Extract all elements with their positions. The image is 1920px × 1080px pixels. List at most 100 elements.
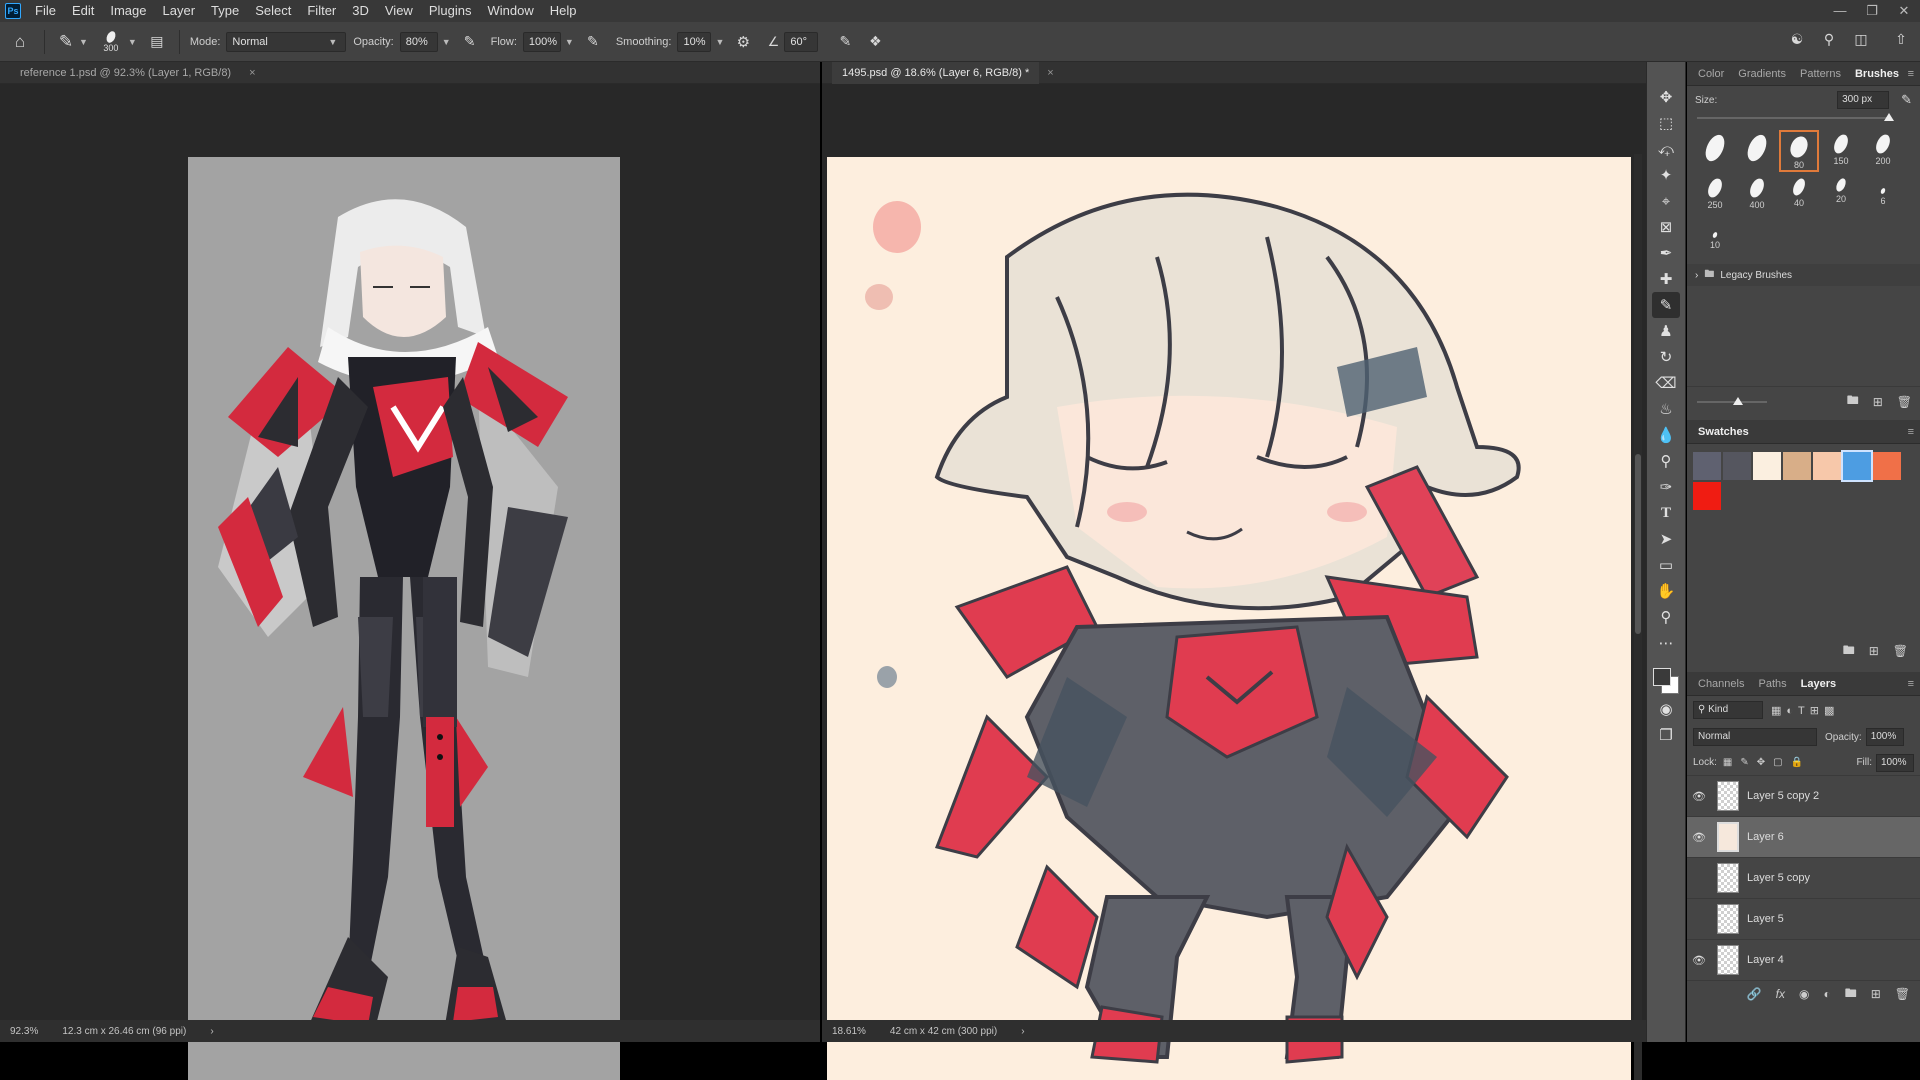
slider-handle[interactable] — [1733, 396, 1743, 405]
layer-row[interactable]: 👁 Layer 4 — [1687, 940, 1920, 981]
learn-icon[interactable]: ☯ — [1786, 31, 1808, 48]
menu-3d[interactable]: 3D — [344, 0, 377, 22]
brush-preset[interactable]: 20 — [1821, 174, 1861, 216]
layer-row[interactable]: Layer 5 — [1687, 899, 1920, 940]
new-group-icon[interactable]: 🖿 — [1845, 984, 1857, 1005]
tab-paths[interactable]: Paths — [1751, 672, 1793, 696]
angle-field[interactable]: 60° — [784, 31, 819, 52]
trash-icon[interactable]: 🗑 — [1895, 987, 1910, 1001]
healing-brush-tool-icon[interactable]: ✚ — [1652, 266, 1680, 292]
brush-preset-picker[interactable]: 300 — [98, 29, 124, 53]
eye-icon[interactable]: 👁 — [1687, 831, 1711, 844]
color-swatch[interactable] — [1723, 452, 1751, 480]
brush-preset[interactable]: 250 — [1695, 174, 1735, 216]
smoothing-field[interactable]: 10% — [677, 31, 712, 52]
document-tab-reference[interactable]: reference 1.psd @ 92.3% (Layer 1, RGB/8)… — [0, 62, 820, 84]
home-icon[interactable]: ⌂ — [0, 32, 40, 52]
brush-preset-selected[interactable]: 80 — [1779, 130, 1819, 172]
blend-mode-select[interactable]: Normal — [1693, 728, 1817, 746]
color-swatch[interactable] — [1693, 452, 1721, 480]
new-layer-icon[interactable]: ⊞ — [1871, 987, 1881, 1001]
brush-preset[interactable]: 40 — [1779, 174, 1819, 216]
vertical-scrollbar[interactable] — [1634, 154, 1642, 1080]
menu-type[interactable]: Type — [203, 0, 247, 22]
size-field[interactable]: 300 px — [1837, 91, 1890, 109]
document-tab-sketch[interactable]: 1495.psd @ 18.6% (Layer 6, RGB/8) * × — [822, 61, 1646, 84]
zoom-tool-icon[interactable]: ⚲ — [1652, 604, 1680, 630]
chevron-down-icon[interactable]: ▼ — [715, 37, 724, 47]
panel-menu-icon[interactable]: ≡ — [1908, 426, 1914, 438]
layer-opacity-field[interactable]: 100% — [1865, 728, 1904, 746]
tab-swatches[interactable]: Swatches — [1691, 420, 1756, 444]
menu-layer[interactable]: Layer — [155, 0, 204, 22]
brush-preset[interactable]: 10 — [1695, 218, 1735, 260]
chevron-right-icon[interactable]: › — [210, 1026, 213, 1037]
color-swatch[interactable] — [1873, 452, 1901, 480]
color-swatch[interactable] — [1753, 452, 1781, 480]
layer-filter-select[interactable]: ⚲ Kind — [1693, 701, 1763, 719]
move-tool-icon[interactable]: ✥ — [1652, 84, 1680, 110]
tab-layers[interactable]: Layers — [1794, 672, 1843, 696]
menu-help[interactable]: Help — [542, 0, 585, 22]
tab-gradients[interactable]: Gradients — [1731, 62, 1793, 86]
new-group-icon[interactable]: 🖿 — [1847, 391, 1859, 412]
chevron-right-icon[interactable]: › — [1021, 1026, 1024, 1037]
flow-field[interactable]: 100% — [522, 31, 561, 52]
path-selection-tool-icon[interactable]: ➤ — [1652, 526, 1680, 552]
brush-tool-icon[interactable]: ✎ — [1652, 292, 1680, 318]
brush-preset[interactable]: 6 — [1863, 174, 1903, 216]
brush-preset[interactable] — [1695, 130, 1735, 172]
color-swatch[interactable] — [1841, 450, 1873, 482]
eye-icon[interactable]: 👁 — [1687, 790, 1711, 803]
pressure-opacity-icon[interactable]: ✎ — [459, 33, 481, 50]
size-slider[interactable] — [1697, 113, 1894, 122]
symmetry-icon[interactable]: ❖ — [864, 33, 886, 50]
sketch-canvas[interactable] — [827, 157, 1631, 1080]
search-icon[interactable]: ⚲ — [1818, 31, 1840, 48]
reference-canvas[interactable] — [188, 157, 620, 1080]
history-brush-tool-icon[interactable]: ↻ — [1652, 344, 1680, 370]
blur-tool-icon[interactable]: 💧 — [1652, 422, 1680, 448]
tab-patterns[interactable]: Patterns — [1793, 62, 1848, 86]
menu-window[interactable]: Window — [479, 0, 541, 22]
screen-mode-icon[interactable]: ❐ — [1652, 722, 1680, 748]
panel-menu-icon[interactable]: ≡ — [1908, 68, 1914, 80]
rectangle-tool-icon[interactable]: ▭ — [1652, 552, 1680, 578]
pen-tool-icon[interactable]: ✑ — [1652, 474, 1680, 500]
trash-icon[interactable]: 🗑 — [1893, 644, 1908, 658]
new-swatch-icon[interactable]: ⊞ — [1869, 644, 1879, 658]
new-brush-icon[interactable]: ⊞ — [1873, 395, 1883, 409]
chevron-down-icon[interactable]: ▼ — [565, 37, 574, 47]
magic-wand-tool-icon[interactable]: ✦ — [1652, 162, 1680, 188]
brush-tool-icon[interactable]: ✎ — [53, 32, 79, 52]
new-brush-icon[interactable]: ✎ — [1901, 92, 1912, 108]
eyedropper-tool-icon[interactable]: ✒ — [1652, 240, 1680, 266]
chevron-down-icon[interactable]: ▼ — [79, 37, 88, 47]
foreground-color[interactable] — [1653, 668, 1671, 686]
menu-plugins[interactable]: Plugins — [421, 0, 480, 22]
menu-image[interactable]: Image — [102, 0, 154, 22]
menu-edit[interactable]: Edit — [64, 0, 102, 22]
close-icon[interactable]: ✕ — [1888, 0, 1920, 22]
paint-bucket-tool-icon[interactable]: ♨ — [1652, 396, 1680, 422]
pressure-size-icon[interactable]: ✎ — [834, 33, 856, 50]
preview-size-slider[interactable] — [1697, 396, 1767, 406]
layer-mask-icon[interactable]: ◉ — [1799, 987, 1809, 1001]
eraser-tool-icon[interactable]: ⌫ — [1652, 370, 1680, 396]
type-tool-icon[interactable]: T — [1652, 500, 1680, 526]
dodge-tool-icon[interactable]: ⚲ — [1652, 448, 1680, 474]
tab-color[interactable]: Color — [1691, 62, 1731, 86]
color-swatches[interactable] — [1651, 662, 1681, 696]
minimize-icon[interactable]: — — [1824, 0, 1856, 22]
menu-filter[interactable]: Filter — [299, 0, 344, 22]
fill-field[interactable]: 100% — [1876, 753, 1914, 772]
chevron-down-icon[interactable]: ▼ — [128, 37, 137, 47]
gear-icon[interactable]: ⚙ — [732, 33, 754, 51]
share-icon[interactable]: ⇧ — [1890, 31, 1912, 48]
slider-handle[interactable] — [1884, 113, 1894, 121]
new-group-icon[interactable]: 🖿 — [1843, 641, 1855, 662]
marquee-tool-icon[interactable]: ⬚ — [1652, 110, 1680, 136]
color-swatch[interactable] — [1783, 452, 1811, 480]
frame-tool-icon[interactable]: ⊠ — [1652, 214, 1680, 240]
airbrush-icon[interactable]: ✎ — [582, 33, 604, 50]
